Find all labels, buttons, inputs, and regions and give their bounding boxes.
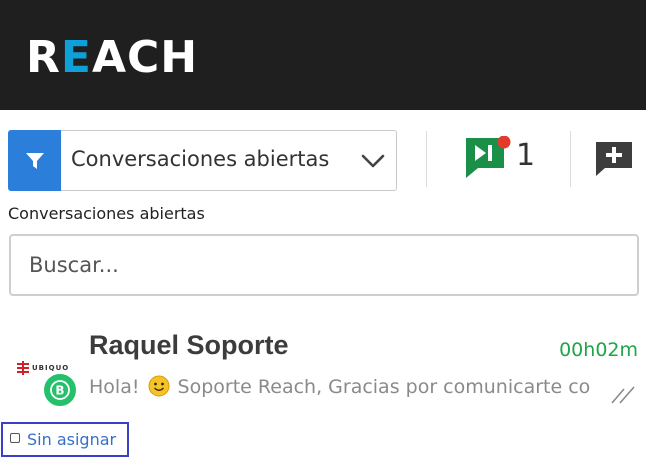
queue-play-icon bbox=[466, 135, 511, 178]
svg-text:B: B bbox=[55, 384, 64, 398]
chevron-down-icon bbox=[361, 154, 385, 168]
smiley-emoji bbox=[148, 375, 169, 397]
assign-toggle[interactable]: Sin asignar bbox=[1, 422, 129, 457]
assign-checkbox[interactable] bbox=[10, 433, 20, 443]
reach-logo: REACH bbox=[26, 32, 199, 83]
message-preview: Hola! Soporte Reach, Gracias por comunic… bbox=[89, 375, 591, 398]
app-header: REACH bbox=[0, 0, 646, 110]
divider bbox=[426, 131, 427, 187]
new-conversation-button[interactable] bbox=[595, 141, 633, 181]
contact-name: Raquel Soporte bbox=[89, 330, 289, 360]
filter-button[interactable] bbox=[8, 130, 62, 191]
add-chat-icon bbox=[596, 142, 632, 176]
assign-label: Sin asignar bbox=[27, 430, 117, 449]
search-input[interactable] bbox=[9, 234, 639, 296]
logo-text: REACH bbox=[26, 32, 199, 83]
queue-count: 1 bbox=[516, 138, 536, 173]
elapsed-time: 00h02m bbox=[559, 339, 638, 361]
notification-dot bbox=[497, 135, 511, 149]
conversation-filter-select[interactable]: Conversaciones abiertas bbox=[61, 130, 397, 191]
divider bbox=[570, 131, 571, 187]
ubiquo-logo-icon bbox=[17, 361, 29, 375]
double-check-icon bbox=[611, 386, 635, 404]
select-value: Conversaciones abiertas bbox=[71, 147, 330, 171]
funnel-icon bbox=[26, 152, 44, 169]
whatsapp-business-icon: B bbox=[42, 372, 78, 408]
section-label: Conversaciones abiertas bbox=[8, 204, 205, 223]
